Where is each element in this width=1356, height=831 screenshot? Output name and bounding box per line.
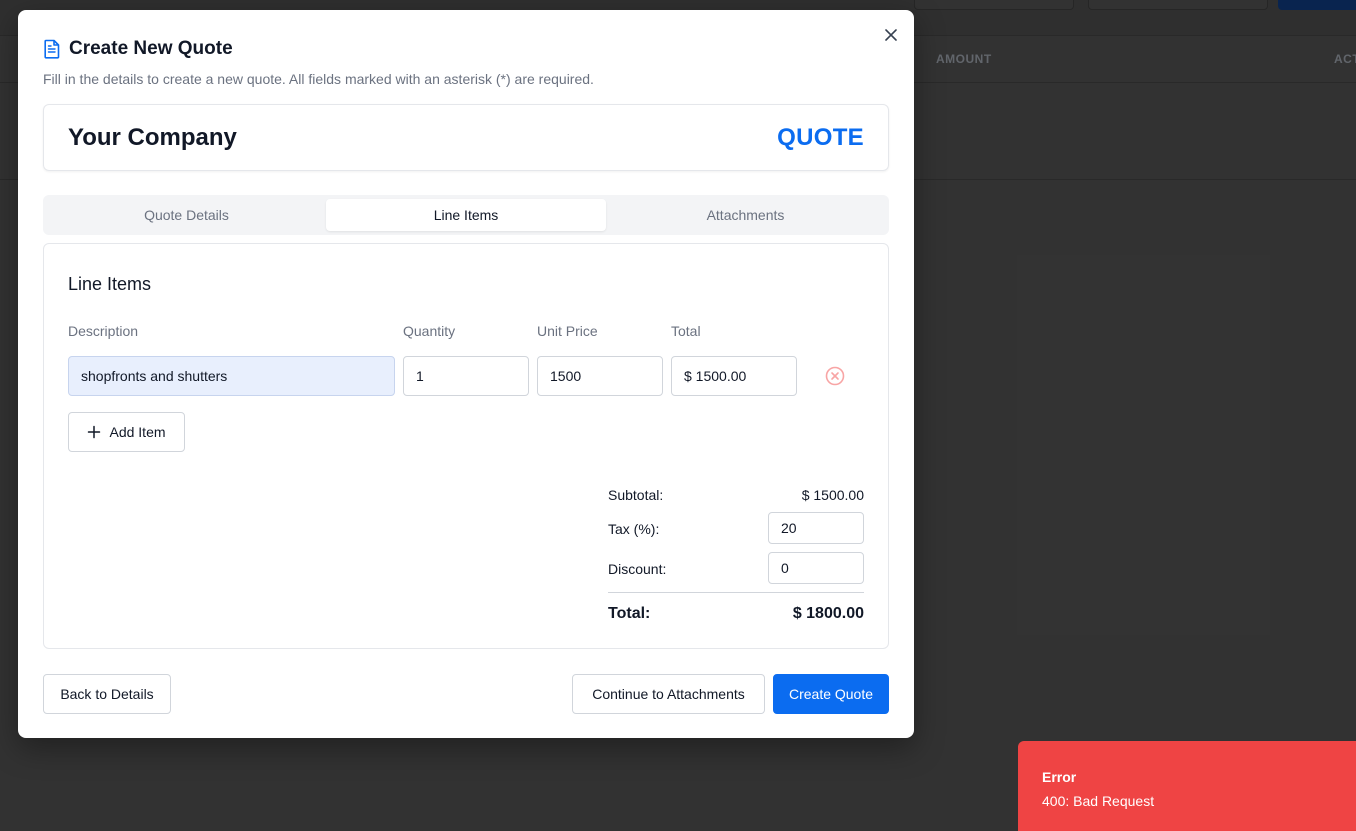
dialog-subtitle: Fill in the details to create a new quot… bbox=[43, 71, 594, 87]
line-total-field: $ 1500.00 bbox=[671, 356, 797, 396]
subtotal-label: Subtotal: bbox=[608, 487, 664, 503]
document-type-label: QUOTE bbox=[777, 124, 864, 151]
tax-input[interactable]: 20 bbox=[768, 512, 864, 544]
grand-total-label: Total: bbox=[608, 605, 651, 622]
line-items-heading: Line Items bbox=[68, 274, 152, 294]
dialog-title: Create New Quote bbox=[69, 38, 233, 59]
column-header-total: Total bbox=[671, 323, 701, 339]
remove-line-item-button[interactable] bbox=[824, 365, 846, 387]
summary-divider bbox=[608, 592, 864, 593]
back-to-details-button[interactable]: Back to Details bbox=[43, 674, 171, 714]
remove-circle-icon bbox=[825, 366, 845, 386]
plus-icon bbox=[88, 425, 101, 439]
add-item-button[interactable]: Add Item bbox=[68, 412, 185, 452]
tab-line-items[interactable]: Line Items bbox=[326, 199, 606, 231]
continue-to-attachments-button[interactable]: Continue to Attachments bbox=[572, 674, 765, 714]
quote-tabs: Quote Details Line Items Attachments bbox=[43, 195, 889, 235]
grand-total-value: $ 1800.00 bbox=[792, 605, 864, 622]
line-items-panel: Line Items Description Quantity Unit Pri… bbox=[43, 243, 889, 649]
quantity-input[interactable]: 1 bbox=[403, 356, 529, 396]
tab-quote-details[interactable]: Quote Details bbox=[47, 199, 326, 231]
discount-input[interactable]: 0 bbox=[768, 552, 864, 584]
document-icon bbox=[44, 39, 60, 59]
discount-label: Discount: bbox=[608, 561, 667, 577]
tax-label: Tax (%): bbox=[608, 521, 660, 537]
subtotal-value: $ 1500.00 bbox=[801, 487, 864, 503]
toast-title: Error bbox=[1042, 769, 1077, 785]
tab-attachments[interactable]: Attachments bbox=[606, 199, 885, 231]
company-name: Your Company bbox=[68, 124, 237, 151]
column-header-description: Description bbox=[68, 323, 139, 339]
description-input[interactable]: shopfronts and shutters bbox=[68, 356, 395, 396]
dialog-header: Create New Quote bbox=[43, 38, 233, 60]
error-toast[interactable]: Error 400: Bad Request bbox=[1018, 741, 1356, 831]
unit-price-input[interactable]: 1500 bbox=[537, 356, 663, 396]
toast-message: 400: Bad Request bbox=[1042, 793, 1155, 809]
column-header-quantity: Quantity bbox=[403, 323, 456, 339]
column-header-unit-price: Unit Price bbox=[537, 323, 598, 339]
close-button[interactable] bbox=[880, 24, 902, 46]
quote-header-card: Your Company QUOTE bbox=[43, 104, 889, 171]
create-quote-dialog: Create New Quote Fill in the details to … bbox=[18, 10, 914, 738]
create-quote-button[interactable]: Create Quote bbox=[773, 674, 889, 714]
add-item-label: Add Item bbox=[109, 424, 166, 440]
close-icon bbox=[885, 29, 897, 41]
